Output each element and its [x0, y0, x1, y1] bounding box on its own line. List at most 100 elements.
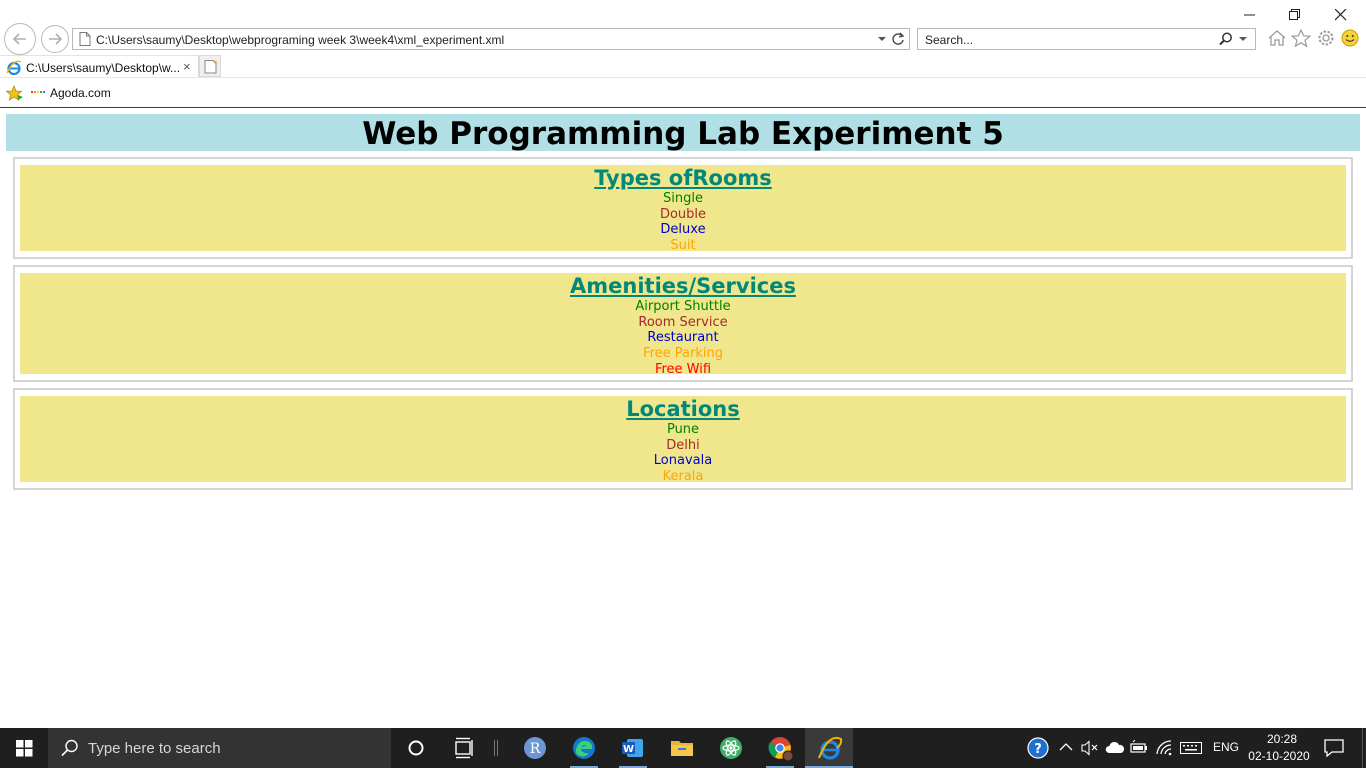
chevron-down-icon[interactable]	[877, 33, 887, 45]
chevron-down-icon[interactable]	[1239, 33, 1247, 45]
list-item: Single	[663, 191, 703, 206]
taskbar-app-r[interactable]: R	[511, 728, 559, 768]
taskbar: Type here to search R W ? ENG 20:28 02-1…	[0, 728, 1366, 768]
atom-icon	[720, 737, 742, 759]
page-title: Web Programming Lab Experiment 5	[6, 114, 1360, 152]
start-button[interactable]	[0, 728, 48, 768]
section-title: Types ofRooms	[594, 166, 772, 190]
list-item: Pune	[666, 422, 700, 437]
taskbar-app-ie[interactable]	[805, 728, 853, 768]
search-input[interactable]: Search...	[925, 33, 973, 47]
list-item: Double	[659, 206, 707, 222]
input-language[interactable]: ENG	[1213, 740, 1239, 754]
svg-text:R: R	[530, 741, 541, 757]
forward-button[interactable]	[41, 25, 69, 53]
taskbar-app-chrome[interactable]	[756, 728, 804, 768]
search-box[interactable]: Search...	[917, 28, 1256, 50]
page-content: Web Programming Lab Experiment 5 Types o…	[0, 108, 1366, 728]
task-view-icon	[455, 737, 473, 759]
list-item: Deluxe	[660, 222, 706, 238]
address-bar[interactable]: C:\Users\saumy\Desktop\webprograming wee…	[72, 28, 910, 50]
favorites-star-icon[interactable]	[1291, 29, 1311, 47]
notifications-icon[interactable]	[1324, 739, 1344, 757]
item-list: Pune Delhi Lonavala Kerala	[20, 422, 1346, 485]
list-item: Lonavala	[653, 453, 713, 469]
section-title: Locations	[626, 397, 740, 421]
r-icon: R	[524, 737, 546, 759]
folder-icon	[671, 741, 693, 756]
minimize-button[interactable]	[1227, 4, 1273, 26]
show-desktop-button[interactable]	[1362, 728, 1363, 768]
taskbar-search-placeholder: Type here to search	[88, 740, 221, 757]
word-icon: W	[622, 739, 643, 757]
minimize-icon	[1244, 14, 1255, 16]
taskbar-app-edge[interactable]	[560, 728, 608, 768]
favorites-add-icon[interactable]	[6, 85, 24, 101]
list-item: Restaurant	[647, 330, 719, 346]
back-arrow-icon	[12, 33, 26, 45]
restore-button[interactable]	[1272, 4, 1318, 26]
site-favicon-icon	[31, 91, 45, 93]
clock-date[interactable]: 02-10-2020	[1246, 749, 1312, 763]
item-list: Single Double Deluxe Suit	[20, 191, 1346, 254]
list-item: Suit	[670, 238, 696, 254]
chrome-icon	[768, 737, 794, 762]
circle-icon	[408, 740, 424, 756]
taskbar-search-box[interactable]: Type here to search	[48, 728, 391, 768]
tab-title: C:\Users\saumy\Desktop\w...	[26, 61, 181, 75]
help-icon[interactable]: ?	[1027, 737, 1049, 759]
new-tab-icon	[204, 59, 218, 74]
browser-tab[interactable]: C:\Users\saumy\Desktop\w... ×	[0, 55, 199, 79]
section-rooms: Types ofRooms Single Double Deluxe Suit	[13, 157, 1353, 259]
refresh-icon[interactable]	[891, 32, 905, 46]
battery-icon[interactable]	[1130, 740, 1148, 756]
back-button[interactable]	[4, 23, 36, 55]
search-icon[interactable]	[1219, 32, 1233, 46]
browser-chrome: C:\Users\saumy\Desktop\webprograming wee…	[0, 0, 1366, 108]
chevron-up-icon[interactable]	[1059, 742, 1073, 752]
speaker-muted-icon[interactable]	[1081, 740, 1099, 756]
task-view-button[interactable]	[440, 728, 488, 768]
section-title: Amenities/Services	[570, 274, 796, 298]
section-amenities: Amenities/Services Airport Shuttle Room S…	[13, 265, 1353, 382]
list-item: Airport Shuttle	[635, 299, 731, 314]
taskbar-app-atom[interactable]	[707, 728, 755, 768]
svg-text:?: ?	[1034, 742, 1042, 757]
list-item: Kerala	[662, 469, 704, 485]
list-item: Free Parking	[643, 346, 723, 362]
smiley-feedback-icon[interactable]	[1340, 29, 1360, 47]
close-icon	[1335, 9, 1347, 21]
new-tab-button[interactable]	[199, 55, 221, 77]
clock-time[interactable]: 20:28	[1262, 732, 1302, 746]
section-panel: Types ofRooms Single Double Deluxe Suit	[20, 165, 1346, 254]
gear-icon[interactable]	[1316, 29, 1336, 47]
svg-text:W: W	[623, 744, 634, 755]
ie-icon	[818, 736, 843, 760]
list-item: Room Service	[638, 314, 728, 330]
section-locations: Locations Pune Delhi Lonavala Kerala	[13, 388, 1353, 490]
restore-icon	[1289, 9, 1300, 20]
edge-icon	[573, 737, 595, 759]
ie-icon	[6, 60, 22, 76]
favorites-bar: Agoda.com	[0, 78, 1366, 107]
list-item: Delhi	[666, 437, 700, 453]
close-tab-icon[interactable]: ×	[183, 60, 191, 73]
home-icon[interactable]	[1267, 29, 1287, 47]
section-panel: Locations Pune Delhi Lonavala Kerala	[20, 396, 1346, 485]
forward-arrow-icon	[49, 33, 63, 45]
keyboard-icon[interactable]	[1180, 742, 1202, 754]
taskbar-separator	[494, 740, 498, 756]
address-text[interactable]: C:\Users\saumy\Desktop\webprograming wee…	[96, 33, 504, 47]
onedrive-cloud-icon[interactable]	[1105, 740, 1125, 756]
page-icon	[79, 32, 91, 46]
wifi-icon[interactable]	[1156, 740, 1172, 756]
taskbar-app-file-explorer[interactable]	[658, 728, 706, 768]
favorite-link-agoda[interactable]: Agoda.com	[50, 86, 111, 100]
item-list: Airport Shuttle Room Service Restaurant Fre…	[20, 299, 1346, 378]
section-panel: Amenities/Services Airport Shuttle Room S…	[20, 273, 1346, 377]
taskbar-app-word[interactable]: W	[609, 728, 657, 768]
cortana-button[interactable]	[392, 728, 440, 768]
close-window-button[interactable]	[1318, 4, 1364, 26]
search-icon	[61, 739, 78, 757]
windows-logo-icon	[16, 740, 33, 757]
